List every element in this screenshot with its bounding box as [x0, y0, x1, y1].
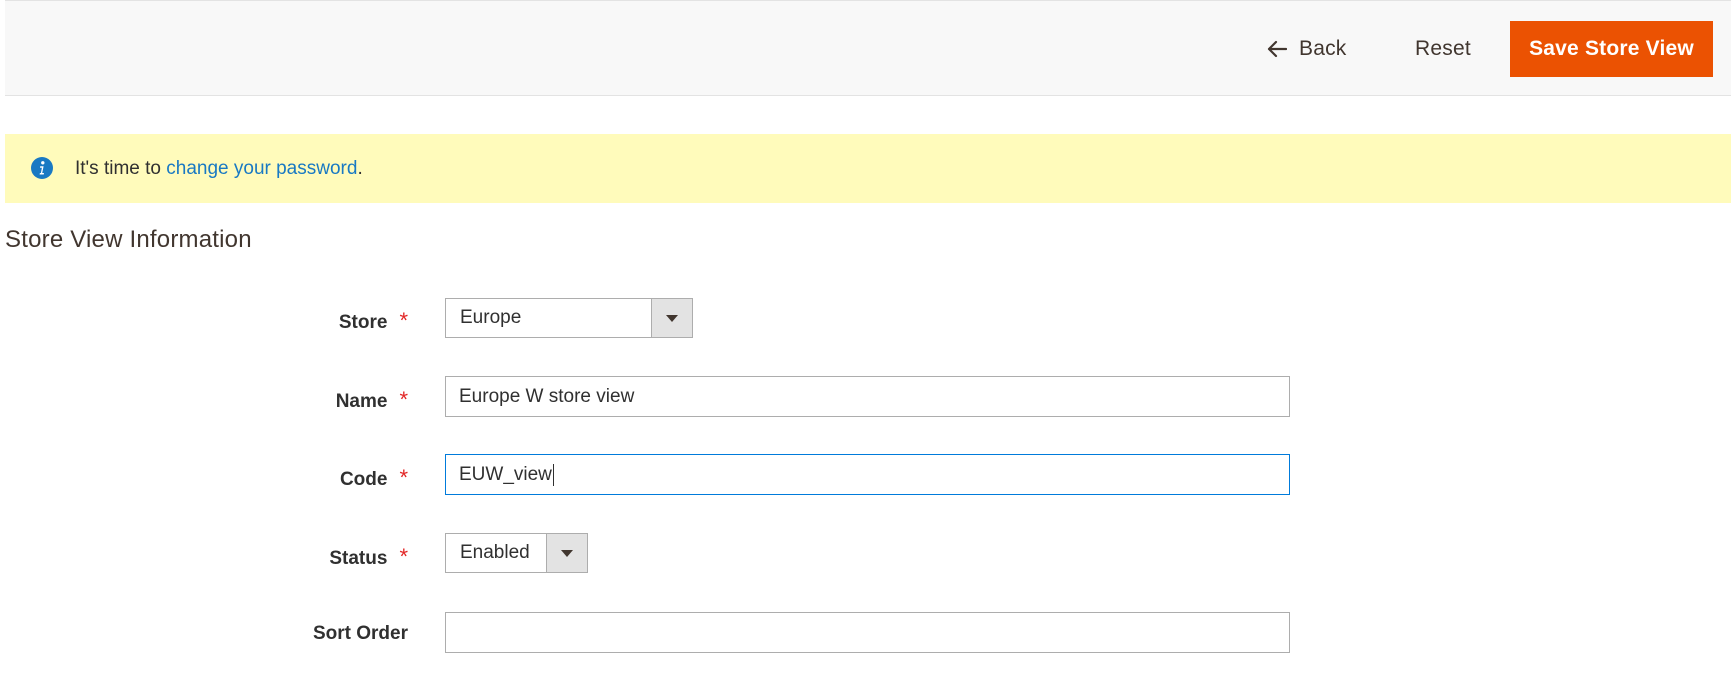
- arrow-left-icon: [1267, 40, 1287, 58]
- password-notice-message: It's time to change your password.: [5, 134, 1731, 203]
- save-store-view-button[interactable]: Save Store View: [1510, 21, 1713, 77]
- name-field-label: Name *: [0, 387, 408, 413]
- sort-order-input[interactable]: [445, 612, 1290, 653]
- change-password-link[interactable]: change your password: [166, 158, 357, 179]
- store-select-toggle[interactable]: [651, 299, 692, 337]
- status-field-label: Status *: [0, 544, 408, 570]
- store-field-label: Store *: [0, 308, 408, 334]
- required-marker: *: [399, 308, 408, 333]
- required-marker: *: [399, 465, 408, 490]
- notice-suffix: .: [357, 158, 363, 179]
- text-caret: [552, 463, 554, 486]
- sort-order-field-label: Sort Order: [312, 623, 408, 644]
- code-field-label: Code *: [0, 465, 408, 491]
- notice-text: It's time to change your password.: [75, 134, 363, 203]
- store-label-text: Store: [338, 312, 388, 333]
- code-input-value: EUW_view: [459, 464, 552, 485]
- chevron-down-icon: [561, 550, 573, 557]
- status-select-value: Enabled: [460, 542, 530, 563]
- store-view-edit-page: Back Reset Save Store View It's time to …: [0, 0, 1731, 675]
- section-title: Store View Information: [5, 226, 252, 253]
- status-select[interactable]: Enabled: [445, 533, 588, 573]
- name-label-text: Name: [335, 391, 388, 412]
- notice-prefix: It's time to: [75, 158, 167, 179]
- info-icon: [30, 156, 54, 180]
- name-input[interactable]: Europe W store view: [445, 376, 1290, 417]
- store-select-value: Europe: [460, 307, 522, 328]
- status-label-text: Status: [329, 548, 388, 569]
- back-button[interactable]: Back: [1267, 31, 1347, 67]
- chevron-down-icon: [666, 315, 678, 322]
- required-marker: *: [399, 387, 408, 412]
- reset-button[interactable]: Reset: [1415, 31, 1471, 67]
- store-select[interactable]: Europe: [445, 298, 693, 338]
- required-marker: *: [399, 544, 408, 569]
- code-input[interactable]: EUW_view: [445, 454, 1290, 495]
- back-button-label: Back: [1299, 37, 1347, 60]
- page-actions-toolbar: Back Reset Save Store View: [5, 0, 1731, 96]
- status-select-toggle[interactable]: [546, 534, 587, 572]
- code-label-text: Code: [339, 469, 388, 490]
